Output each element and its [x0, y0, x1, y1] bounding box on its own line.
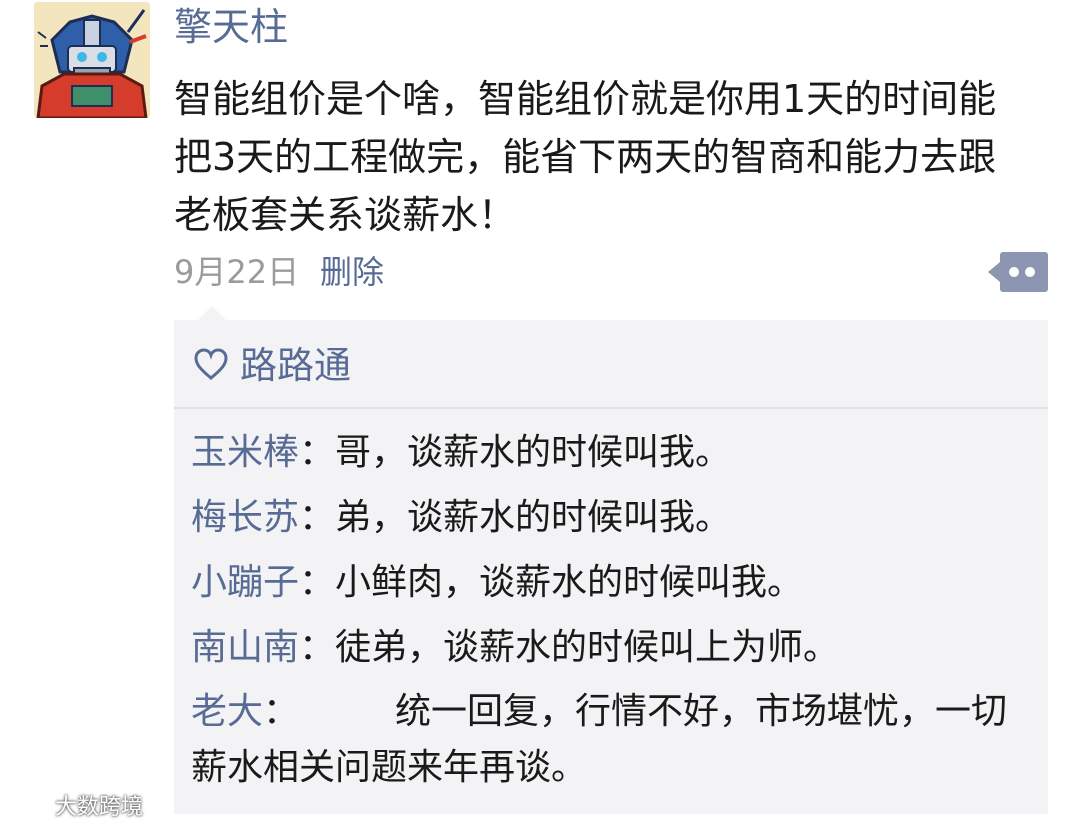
commenter-name[interactable]: 南山南 [191, 627, 299, 668]
comment-text: 徒弟，谈薪水的时候叫上为师。 [335, 627, 840, 668]
watermark-logo-icon [4, 794, 48, 822]
comment-separator: ： [299, 627, 336, 668]
comment-list: 玉米棒：哥，谈薪水的时候叫我。 梅长苏：弟，谈薪水的时候叫我。 小蹦子：小鲜肉，… [191, 420, 1036, 796]
comment-item[interactable]: 小蹦子：小鲜肉，谈薪水的时候叫我。 [191, 550, 1036, 615]
commenter-name[interactable]: 小蹦子 [191, 562, 299, 603]
comment-separator: ： [299, 497, 336, 538]
comment-box-arrow [198, 306, 226, 320]
avatar[interactable] [34, 2, 150, 118]
comment-text: 小鲜肉，谈薪水的时候叫我。 [335, 562, 804, 603]
comment-item[interactable]: 玉米棒：哥，谈薪水的时候叫我。 [191, 420, 1036, 485]
commenter-name[interactable]: 梅长苏 [191, 497, 299, 538]
comment-text: 哥，谈薪水的时候叫我。 [335, 432, 732, 473]
liker-names[interactable]: 路路通 [240, 342, 351, 390]
heart-icon [194, 348, 228, 382]
comment-separator: ： [263, 691, 300, 732]
comment-item[interactable]: 老大： 统一回复，行情不好，市场堪忧，一切薪水相关问题来年再谈。 [191, 680, 1036, 796]
comment-text: 弟，谈薪水的时候叫我。 [335, 497, 732, 538]
commenter-name[interactable]: 老大 [191, 691, 263, 732]
post-author-name[interactable]: 擎天柱 [174, 2, 288, 52]
more-dots-icon[interactable] [988, 252, 1048, 292]
likes-divider [174, 407, 1048, 409]
comment-text: 统一回复，行情不好，市场堪忧，一切薪水相关问题来年再谈。 [191, 691, 1008, 788]
commenter-name[interactable]: 玉米棒 [191, 432, 299, 473]
comment-item[interactable]: 梅长苏：弟，谈薪水的时候叫我。 [191, 485, 1036, 550]
watermark: 大数跨境 [4, 792, 143, 824]
comment-separator: ： [299, 432, 336, 473]
delete-link[interactable]: 删除 [320, 252, 384, 292]
post-text: 智能组价是个啥，智能组价就是你用1天的时间能把3天的工程做完，能省下两天的智商和… [174, 77, 997, 237]
watermark-text: 大数跨境 [55, 795, 144, 820]
robot-avatar-image [34, 2, 150, 118]
comment-box: 路路通 玉米棒：哥，谈薪水的时候叫我。 梅长苏：弟，谈薪水的时候叫我。 小蹦子：… [174, 320, 1048, 814]
post-date: 9月22日 [174, 253, 300, 291]
comment-separator: ： [299, 562, 336, 603]
comment-item[interactable]: 南山南：徒弟，谈薪水的时候叫上为师。 [191, 615, 1036, 680]
